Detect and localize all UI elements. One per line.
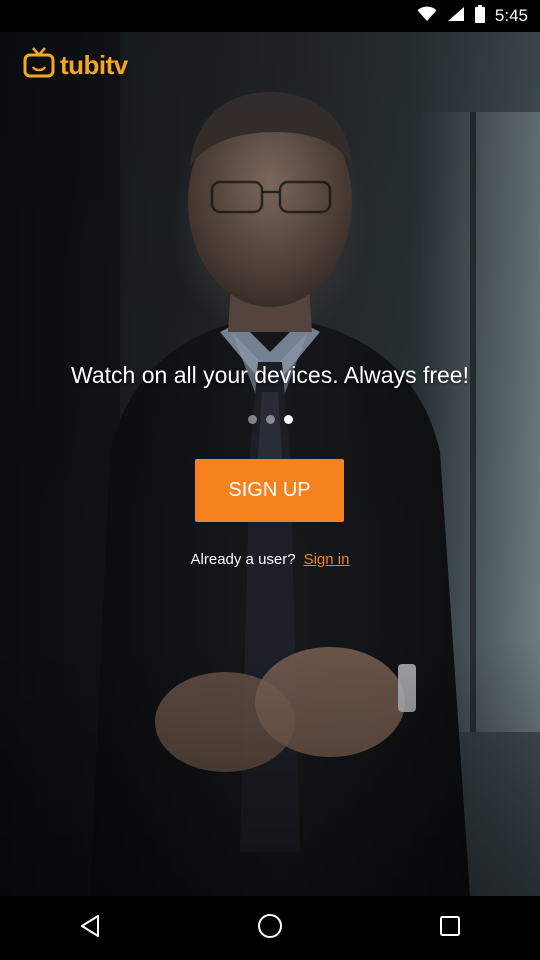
tagline: Watch on all your devices. Always free! xyxy=(71,362,469,388)
recents-button[interactable] xyxy=(420,896,480,960)
home-button[interactable] xyxy=(240,896,300,960)
sign-in-row: Already a user? Sign in xyxy=(0,551,540,568)
tubitv-logo: tubitv xyxy=(22,46,128,85)
screen: 5:45 tubitv Watch on all your devices. A… xyxy=(0,0,540,960)
sign-in-link[interactable]: Sign in xyxy=(304,551,350,568)
wifi-icon xyxy=(417,6,437,27)
carousel-dot-active[interactable] xyxy=(283,415,293,424)
sign-up-button[interactable]: SIGN UP xyxy=(195,459,344,522)
recents-icon xyxy=(439,915,461,942)
back-icon xyxy=(79,914,101,943)
tv-icon xyxy=(22,46,56,85)
carousel-dot[interactable] xyxy=(247,415,257,424)
carousel-indicator xyxy=(0,415,540,424)
battery-icon xyxy=(474,4,485,28)
status-bar: 5:45 xyxy=(0,0,540,32)
status-icons: 5:45 xyxy=(417,0,528,32)
logo-text: tubitv xyxy=(60,50,128,80)
status-time: 5:45 xyxy=(494,6,528,25)
back-button[interactable] xyxy=(60,896,120,960)
home-icon xyxy=(257,913,283,944)
already-user-label: Already a user? xyxy=(190,551,296,568)
cellular-signal-icon xyxy=(447,6,465,27)
hero-background: tubitv Watch on all your devices. Always… xyxy=(0,32,540,896)
system-nav-bar xyxy=(0,896,540,960)
carousel-dot[interactable] xyxy=(265,415,275,424)
